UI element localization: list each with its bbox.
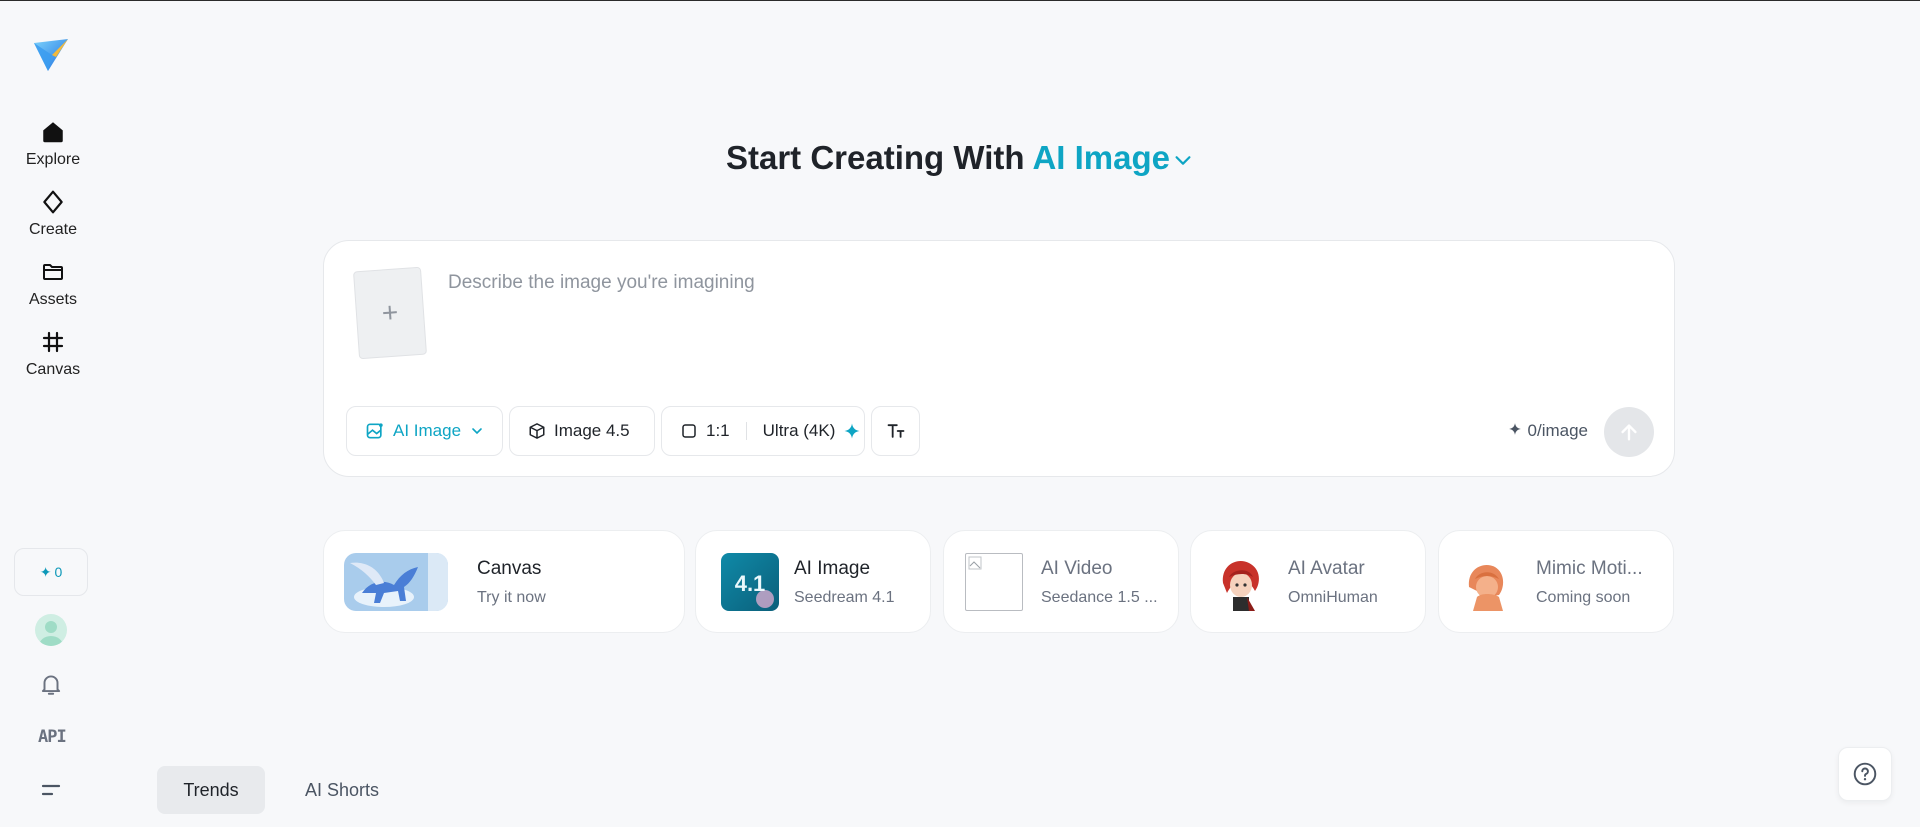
title-prefix: Start Creating With xyxy=(725,139,1025,176)
card-subtitle: Coming soon xyxy=(1536,589,1631,606)
notification-bell-icon[interactable] xyxy=(38,671,64,697)
card-title: Canvas xyxy=(477,558,542,579)
card-subtitle: Seedance 1.5 ... xyxy=(1041,589,1158,606)
card-subtitle: Seedream 4.1 xyxy=(794,589,895,606)
plus-icon: + xyxy=(380,296,400,329)
avatar-icon xyxy=(39,621,63,646)
mode-switch[interactable]: AI Image xyxy=(1032,139,1194,176)
cost-indicator: 0/image xyxy=(1508,421,1588,441)
canvas-thumbnail xyxy=(344,553,448,611)
chevron-down-icon xyxy=(469,423,485,439)
card-title: AI Video xyxy=(1041,558,1113,579)
api-link[interactable]: API xyxy=(38,727,67,747)
generate-button[interactable] xyxy=(1604,407,1654,457)
cost-label: 0/image xyxy=(1527,421,1588,440)
badge-text: 4.1 xyxy=(735,571,766,596)
question-circle-icon xyxy=(1853,762,1877,786)
menu-icon[interactable] xyxy=(40,781,62,799)
chevron-down-icon xyxy=(1172,141,1194,179)
chip-divider xyxy=(745,422,747,440)
model-select-label: Image 4.5 xyxy=(554,421,630,440)
credits-count: 0 xyxy=(54,564,63,580)
cube-icon xyxy=(528,422,546,440)
frame-icon xyxy=(38,327,68,357)
tool-card-ai-image[interactable]: 4.1 AI Image Seedream 4.1 xyxy=(695,530,931,633)
mode-switch-label: AI Image xyxy=(1032,139,1171,176)
tool-card-canvas[interactable]: Canvas Try it now xyxy=(323,530,685,633)
sparkle-icon xyxy=(1508,421,1522,441)
tool-card-mimic-motion[interactable]: Mimic Moti... Coming soon xyxy=(1438,530,1674,633)
prompt-panel: + AI Image Image 4.5 1:1 Ultra (4K) xyxy=(323,240,1675,477)
nav-canvas[interactable]: Canvas xyxy=(12,327,94,389)
folder-icon xyxy=(38,257,68,287)
tool-card-ai-avatar[interactable]: AI Avatar OmniHuman xyxy=(1190,530,1426,633)
nav-canvas-label: Canvas xyxy=(25,361,81,378)
tool-card-ai-video[interactable]: AI Video Seedance 1.5 ... xyxy=(943,530,1179,633)
image-sparkle-icon xyxy=(365,421,385,441)
sparkle-icon xyxy=(843,422,861,440)
square-ratio-icon xyxy=(680,422,698,440)
card-subtitle: Try it now xyxy=(477,589,546,606)
nav-create[interactable]: Create xyxy=(12,187,94,249)
ratio-quality-select[interactable]: 1:1 Ultra (4K) xyxy=(661,406,865,456)
page-title: Start Creating With AI Image xyxy=(0,139,1920,179)
app-logo-icon[interactable] xyxy=(32,35,70,75)
sidebar: Explore Create Assets Canvas ✦ 0 API xyxy=(0,1,106,827)
nav-create-label: Create xyxy=(28,221,78,238)
model-select[interactable]: Image 4.5 xyxy=(509,406,655,456)
diamond-icon xyxy=(38,187,68,217)
user-avatar[interactable] xyxy=(35,614,67,646)
card-title: Mimic Moti... xyxy=(1536,558,1643,579)
tab-ai-shorts[interactable]: AI Shorts xyxy=(283,766,401,814)
text-style-button[interactable] xyxy=(871,406,920,456)
sparkle-icon: ✦ xyxy=(39,563,52,580)
mode-select-label: AI Image xyxy=(393,421,462,440)
card-title: AI Image xyxy=(794,558,871,579)
text-size-icon xyxy=(886,421,906,441)
mimic-thumbnail xyxy=(1459,553,1517,611)
upload-reference-button[interactable]: + xyxy=(353,266,427,360)
avatar-thumbnail xyxy=(1211,553,1269,611)
mode-select[interactable]: AI Image xyxy=(346,406,503,456)
ratio-label: 1:1 xyxy=(706,421,730,440)
card-subtitle: OmniHuman xyxy=(1288,589,1378,606)
nav-assets[interactable]: Assets xyxy=(12,257,94,319)
broken-image-icon xyxy=(965,553,1023,611)
arrow-up-icon xyxy=(1621,424,1637,441)
tab-trends[interactable]: Trends xyxy=(157,766,265,814)
credits-button[interactable]: ✦ 0 xyxy=(14,548,88,596)
ai-image-thumbnail: 4.1 xyxy=(721,553,779,611)
quality-label: Ultra (4K) xyxy=(762,421,836,440)
nav-assets-label: Assets xyxy=(28,291,77,308)
help-button[interactable] xyxy=(1838,747,1892,801)
prompt-input[interactable] xyxy=(448,263,1628,303)
card-title: AI Avatar xyxy=(1288,558,1365,579)
